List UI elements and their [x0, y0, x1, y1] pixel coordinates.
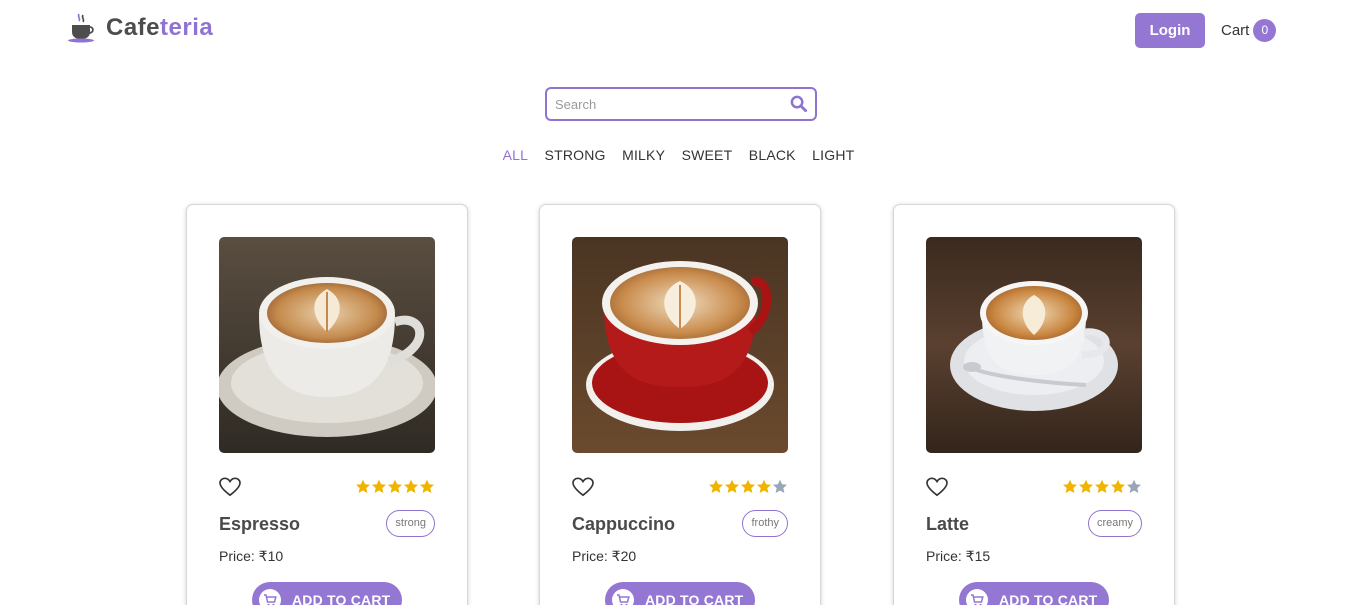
rating-stars	[355, 479, 435, 495]
product-name: Cappuccino	[572, 514, 676, 534]
filter-black[interactable]: BLACK	[749, 145, 796, 165]
add-to-cart-button[interactable]: ADD TO CART	[605, 582, 755, 605]
star-filled-icon	[419, 479, 435, 495]
heart-icon[interactable]	[926, 477, 948, 497]
brand[interactable]: Cafeteria	[66, 12, 213, 44]
product-image	[926, 237, 1142, 453]
filter-milky[interactable]: MILKY	[622, 145, 665, 165]
product-card: Latte creamy Price: ₹15 ADD TO CART	[893, 204, 1175, 605]
cart-icon	[966, 589, 988, 605]
product-tag: creamy	[1087, 510, 1142, 537]
add-to-cart-button[interactable]: ADD TO CART	[959, 582, 1109, 605]
product-price: Price: ₹10	[219, 548, 284, 564]
product-name: Espresso	[219, 514, 301, 534]
star-empty-icon	[1126, 479, 1142, 495]
star-filled-icon	[387, 479, 403, 495]
login-button[interactable]: Login	[1135, 13, 1205, 48]
search-input[interactable]	[555, 94, 780, 114]
star-filled-icon	[708, 479, 724, 495]
cart-icon	[259, 589, 281, 605]
add-to-cart-label: ADD TO CART	[999, 592, 1098, 605]
filter-light[interactable]: LIGHT	[812, 145, 854, 165]
rating-stars	[708, 479, 788, 495]
product-tag: frothy	[742, 510, 788, 537]
search-icon[interactable]	[790, 95, 807, 112]
filter-sweet[interactable]: SWEET	[682, 145, 733, 165]
star-filled-icon	[403, 479, 419, 495]
product-price: Price: ₹20	[572, 548, 637, 564]
star-filled-icon	[1110, 479, 1126, 495]
star-empty-icon	[772, 479, 788, 495]
filter-all[interactable]: ALL	[503, 145, 529, 165]
product-image	[572, 237, 788, 453]
star-filled-icon	[1094, 479, 1110, 495]
star-filled-icon	[756, 479, 772, 495]
search-box	[545, 87, 817, 121]
product-tag: strong	[386, 510, 435, 537]
add-to-cart-button[interactable]: ADD TO CART	[252, 582, 402, 605]
brand-name: Cafeteria	[106, 12, 213, 44]
cart-icon	[612, 589, 634, 605]
add-to-cart-label: ADD TO CART	[645, 592, 744, 605]
star-filled-icon	[1078, 479, 1094, 495]
cart-count-badge: 0	[1253, 19, 1277, 42]
star-filled-icon	[355, 479, 371, 495]
brand-name-part1: Cafe	[106, 14, 161, 41]
star-filled-icon	[724, 479, 740, 495]
product-price: Price: ₹15	[926, 548, 991, 564]
product-name: Latte	[926, 514, 970, 534]
cart-link[interactable]: Cart 0	[1221, 19, 1277, 42]
add-to-cart-label: ADD TO CART	[292, 592, 391, 605]
cart-label: Cart	[1221, 21, 1250, 39]
product-card: Cappuccino frothy Price: ₹20 ADD TO CART	[539, 204, 821, 605]
filter-strong[interactable]: STRONG	[545, 145, 606, 165]
coffee-cup-icon	[68, 13, 94, 43]
heart-icon[interactable]	[572, 477, 594, 497]
star-filled-icon	[371, 479, 387, 495]
category-filters: ALL STRONG MILKY SWEET BLACK LIGHT	[0, 145, 1357, 165]
product-card: Espresso strong Price: ₹10 ADD TO CART	[186, 204, 468, 605]
brand-name-part2: teria	[160, 14, 214, 41]
star-filled-icon	[740, 479, 756, 495]
heart-icon[interactable]	[219, 477, 241, 497]
star-filled-icon	[1062, 479, 1078, 495]
header: Cafeteria Login Cart 0	[0, 0, 1357, 62]
product-image	[219, 237, 435, 453]
rating-stars	[1062, 479, 1142, 495]
